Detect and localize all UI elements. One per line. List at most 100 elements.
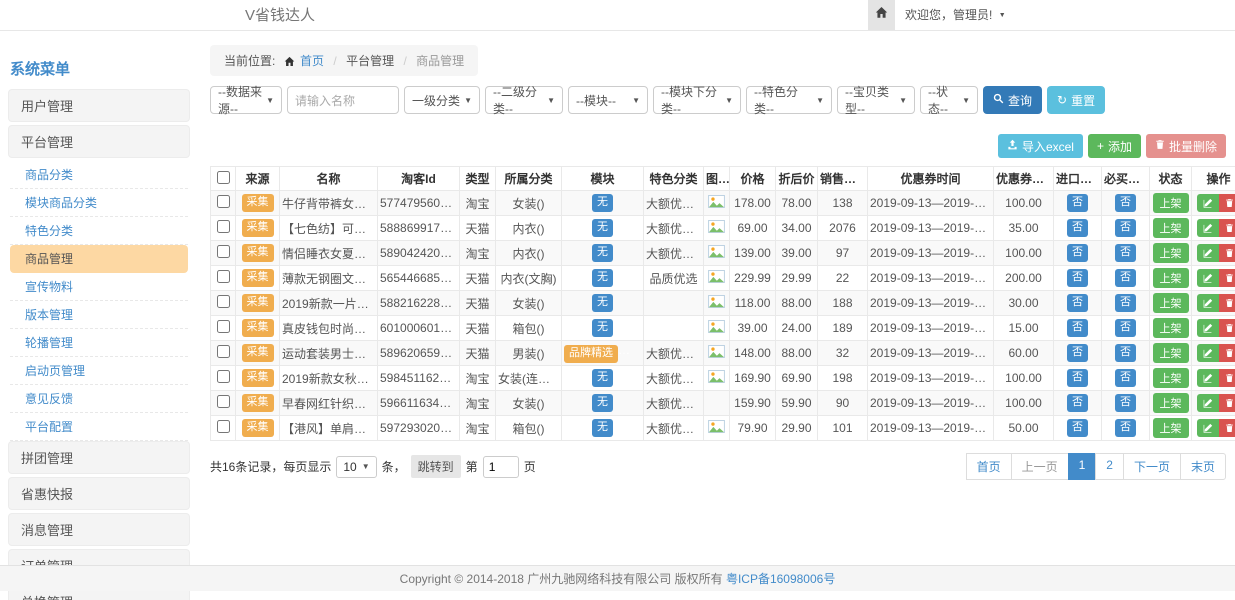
sidebar-item[interactable]: 特色分类 [10, 217, 188, 245]
import-select-toggle[interactable]: 否 [1067, 419, 1088, 436]
user-menu[interactable]: 欢迎您，管理员! ▼ [905, 0, 1006, 31]
level1-category-select[interactable]: 一级分类 ▼ [404, 86, 480, 114]
name-search-input[interactable]: 请输入名称 ▼ [287, 86, 399, 114]
home-button[interactable] [868, 0, 895, 30]
sidebar-item[interactable]: 轮播管理 [10, 329, 188, 357]
edit-button[interactable] [1197, 269, 1219, 287]
sidebar-item[interactable]: 启动页管理 [10, 357, 188, 385]
status-button[interactable]: 上架 [1153, 193, 1189, 213]
per-page-select[interactable]: 10 ▼ [336, 456, 376, 478]
pager-item[interactable]: 末页 [1180, 453, 1226, 480]
row-checkbox[interactable] [217, 420, 230, 433]
batch-delete-button[interactable]: 批量删除 [1146, 134, 1226, 158]
import-select-toggle[interactable]: 否 [1067, 244, 1088, 261]
must-buy-toggle[interactable]: 否 [1115, 394, 1136, 411]
edit-button[interactable] [1197, 194, 1219, 212]
data-source-select[interactable]: --数据来源-- ▼ [210, 86, 282, 114]
status-button[interactable]: 上架 [1153, 268, 1189, 288]
must-buy-toggle[interactable]: 否 [1115, 294, 1136, 311]
status-button[interactable]: 上架 [1153, 343, 1189, 363]
status-button[interactable]: 上架 [1153, 368, 1189, 388]
edit-button[interactable] [1197, 419, 1219, 437]
import-select-toggle[interactable]: 否 [1067, 269, 1088, 286]
import-select-toggle[interactable]: 否 [1067, 394, 1088, 411]
import-select-toggle[interactable]: 否 [1067, 369, 1088, 386]
must-buy-toggle[interactable]: 否 [1115, 419, 1136, 436]
edit-button[interactable] [1197, 369, 1219, 387]
status-button[interactable]: 上架 [1153, 293, 1189, 313]
status-select[interactable]: --状态-- ▼ [920, 86, 978, 114]
delete-button[interactable] [1219, 394, 1235, 412]
pager-item[interactable]: 下一页 [1123, 453, 1181, 480]
row-checkbox[interactable] [217, 195, 230, 208]
status-button[interactable]: 上架 [1153, 218, 1189, 238]
sidebar-item[interactable]: 平台配置 [10, 413, 188, 441]
import-select-toggle[interactable]: 否 [1067, 219, 1088, 236]
module-select[interactable]: --模块-- ▼ [568, 86, 648, 114]
pager-item[interactable]: 2 [1095, 453, 1124, 480]
sidebar-item[interactable]: 商品分类 [10, 161, 188, 189]
pager-item[interactable]: 首页 [966, 453, 1012, 480]
sidebar-item[interactable]: 消息管理 [8, 513, 190, 546]
item-type-select[interactable]: --宝贝类型-- ▼ [837, 86, 915, 114]
delete-button[interactable] [1219, 269, 1235, 287]
status-button[interactable]: 上架 [1153, 243, 1189, 263]
row-checkbox[interactable] [217, 245, 230, 258]
pager-item[interactable]: 1 [1068, 453, 1097, 480]
status-button[interactable]: 上架 [1153, 418, 1189, 438]
row-checkbox[interactable] [217, 270, 230, 283]
edit-button[interactable] [1197, 344, 1219, 362]
sidebar-item[interactable]: 商品管理 [10, 245, 188, 273]
edit-button[interactable] [1197, 244, 1219, 262]
sidebar-item[interactable]: 拼团管理 [8, 441, 190, 474]
status-button[interactable]: 上架 [1153, 393, 1189, 413]
row-checkbox[interactable] [217, 395, 230, 408]
delete-button[interactable] [1219, 319, 1235, 337]
edit-button[interactable] [1197, 219, 1219, 237]
sidebar-item[interactable]: 省惠快报 [8, 477, 190, 510]
sidebar-item[interactable]: 平台管理 [8, 125, 190, 158]
edit-button[interactable] [1197, 294, 1219, 312]
level2-category-select[interactable]: --二级分类-- ▼ [485, 86, 563, 114]
reset-button[interactable]: ↻ 重置 [1047, 86, 1105, 114]
search-button[interactable]: 查询 [983, 86, 1042, 114]
edit-button[interactable] [1197, 319, 1219, 337]
delete-button[interactable] [1219, 344, 1235, 362]
delete-button[interactable] [1219, 244, 1235, 262]
sidebar-item[interactable]: 模块商品分类 [10, 189, 188, 217]
featured-category-select[interactable]: --特色分类-- ▼ [746, 86, 832, 114]
pager-item[interactable]: 上一页 [1011, 453, 1069, 480]
delete-button[interactable] [1219, 419, 1235, 437]
jump-to-button[interactable]: 跳转到 [411, 455, 461, 478]
edit-button[interactable] [1197, 394, 1219, 412]
import-select-toggle[interactable]: 否 [1067, 194, 1088, 211]
row-checkbox[interactable] [217, 295, 230, 308]
delete-button[interactable] [1219, 219, 1235, 237]
status-button[interactable]: 上架 [1153, 318, 1189, 338]
sidebar-item[interactable]: 意见反馈 [10, 385, 188, 413]
import-select-toggle[interactable]: 否 [1067, 344, 1088, 361]
add-button[interactable]: + 添加 [1088, 134, 1141, 158]
import-select-toggle[interactable]: 否 [1067, 294, 1088, 311]
delete-button[interactable] [1219, 294, 1235, 312]
page-number-input[interactable] [483, 456, 519, 478]
must-buy-toggle[interactable]: 否 [1115, 319, 1136, 336]
row-checkbox[interactable] [217, 220, 230, 233]
sidebar-item[interactable]: 宣传物料 [10, 273, 188, 301]
must-buy-toggle[interactable]: 否 [1115, 269, 1136, 286]
must-buy-toggle[interactable]: 否 [1115, 219, 1136, 236]
icp-link[interactable]: 粤ICP备16098006号 [726, 572, 835, 586]
row-checkbox[interactable] [217, 320, 230, 333]
must-buy-toggle[interactable]: 否 [1115, 369, 1136, 386]
delete-button[interactable] [1219, 194, 1235, 212]
import-select-toggle[interactable]: 否 [1067, 319, 1088, 336]
must-buy-toggle[interactable]: 否 [1115, 194, 1136, 211]
select-all-checkbox[interactable] [217, 171, 230, 184]
sidebar-item[interactable]: 用户管理 [8, 89, 190, 122]
import-excel-button[interactable]: 导入excel [998, 134, 1083, 158]
row-checkbox[interactable] [217, 370, 230, 383]
module-subcategory-select[interactable]: --模块下分类-- ▼ [653, 86, 741, 114]
row-checkbox[interactable] [217, 345, 230, 358]
delete-button[interactable] [1219, 369, 1235, 387]
breadcrumb-home-link[interactable]: 首页 [300, 54, 324, 68]
